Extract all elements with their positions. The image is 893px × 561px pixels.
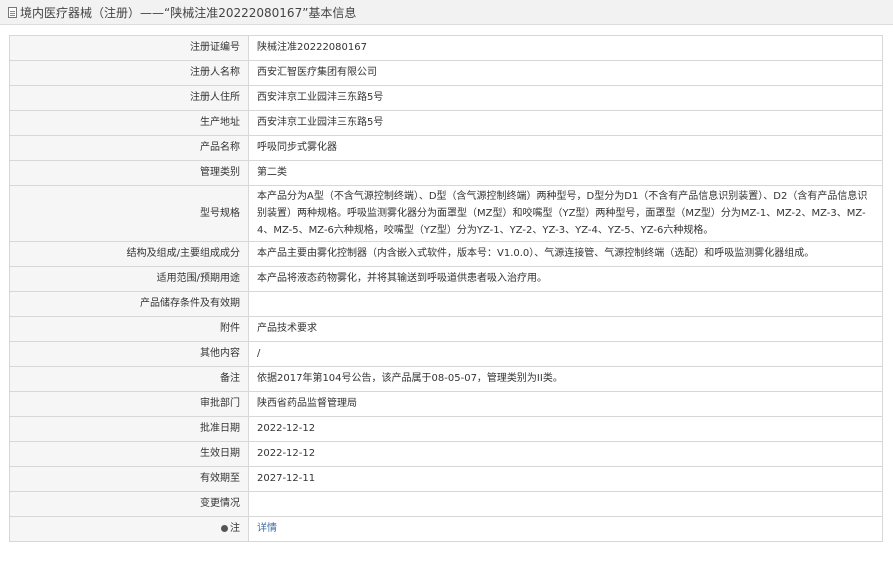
table-row: 有效期至 2027-12-11 [9,466,883,492]
row-value-registrant-address: 西安沣京工业园沣三东路5号 [248,85,883,111]
table-row: 注 详情 [9,516,883,542]
row-value-registration-number: 陕械注准20222080167 [248,35,883,61]
row-value-changes [248,491,883,517]
pin-icon [221,524,228,532]
document-icon [8,6,17,18]
table-row: 注册人名称 西安汇智医疗集团有限公司 [9,60,883,86]
table-row: 型号规格 本产品分为A型（不含气源控制终端）、D型（含气源控制终端）两种型号，D… [9,185,883,242]
table-row: 其他内容 / [9,341,883,367]
table-row: 附件 产品技术要求 [9,316,883,342]
row-label-registration-number: 注册证编号 [9,35,249,61]
row-label-attachment: 附件 [9,316,249,342]
row-label-approval-date: 批准日期 [9,416,249,442]
row-label-registrant-address: 注册人住所 [9,85,249,111]
row-label-storage: 产品储存条件及有效期 [9,291,249,317]
row-value-storage [248,291,883,317]
row-value-model-spec: 本产品分为A型（不含气源控制终端）、D型（含气源控制终端）两种型号，D型分为D1… [248,185,883,242]
table-row: 注册证编号 陕械注准20222080167 [9,35,883,61]
table-row: 批准日期 2022-12-12 [9,416,883,442]
table-row: 备注 依据2017年第104号公告，该产品属于08-05-07，管理类别为II类… [9,366,883,392]
row-label-production-address: 生产地址 [9,110,249,136]
details-link[interactable]: 详情 [257,523,277,534]
page-header: 境内医疗器械（注册）——“陕械注准20222080167”基本信息 [0,0,893,25]
row-label-other: 其他内容 [9,341,249,367]
table-row: 适用范围/预期用途 本产品将液态药物雾化，并将其输送到呼吸道供患者吸入治疗用。 [9,266,883,292]
table-row: 生效日期 2022-12-12 [9,441,883,467]
row-label-registrant-name: 注册人名称 [9,60,249,86]
table-row: 注册人住所 西安沣京工业园沣三东路5号 [9,85,883,111]
row-value-product-name: 呼吸同步式雾化器 [248,135,883,161]
table-row: 产品储存条件及有效期 [9,291,883,317]
row-value-other: / [248,341,883,367]
row-label-intended-use: 适用范围/预期用途 [9,266,249,292]
row-label-structure: 结构及组成/主要组成成分 [9,241,249,267]
table-row: 管理类别 第二类 [9,160,883,186]
row-value-attachment: 产品技术要求 [248,316,883,342]
table-row: 产品名称 呼吸同步式雾化器 [9,135,883,161]
page-title: 境内医疗器械（注册）——“陕械注准20222080167”基本信息 [20,5,357,20]
table-row: 变更情况 [9,491,883,517]
row-value-approval-dept: 陕西省药品监督管理局 [248,391,883,417]
note-label: 注 [230,523,240,534]
row-label-changes: 变更情况 [9,491,249,517]
row-value-remarks: 依据2017年第104号公告，该产品属于08-05-07，管理类别为II类。 [248,366,883,392]
row-label-remarks: 备注 [9,366,249,392]
row-value-note: 详情 [248,516,883,542]
row-label-effective-date: 生效日期 [9,441,249,467]
device-info-table: 注册证编号 陕械注准20222080167 注册人名称 西安汇智医疗集团有限公司… [9,35,883,542]
row-value-production-address: 西安沣京工业园沣三东路5号 [248,110,883,136]
table-row: 生产地址 西安沣京工业园沣三东路5号 [9,110,883,136]
row-label-expiry-date: 有效期至 [9,466,249,492]
table-row: 结构及组成/主要组成成分 本产品主要由雾化控制器（内含嵌入式软件，版本号：V1.… [9,241,883,267]
row-value-expiry-date: 2027-12-11 [248,466,883,492]
row-label-product-name: 产品名称 [9,135,249,161]
row-label-model-spec: 型号规格 [9,185,249,242]
row-value-registrant-name: 西安汇智医疗集团有限公司 [248,60,883,86]
row-value-management-category: 第二类 [248,160,883,186]
row-value-intended-use: 本产品将液态药物雾化，并将其输送到呼吸道供患者吸入治疗用。 [248,266,883,292]
row-label-management-category: 管理类别 [9,160,249,186]
row-value-approval-date: 2022-12-12 [248,416,883,442]
table-row: 审批部门 陕西省药品监督管理局 [9,391,883,417]
row-value-structure: 本产品主要由雾化控制器（内含嵌入式软件，版本号：V1.0.0）、气源连接管、气源… [248,241,883,267]
row-label-approval-dept: 审批部门 [9,391,249,417]
row-label-note: 注 [9,516,249,542]
row-value-effective-date: 2022-12-12 [248,441,883,467]
